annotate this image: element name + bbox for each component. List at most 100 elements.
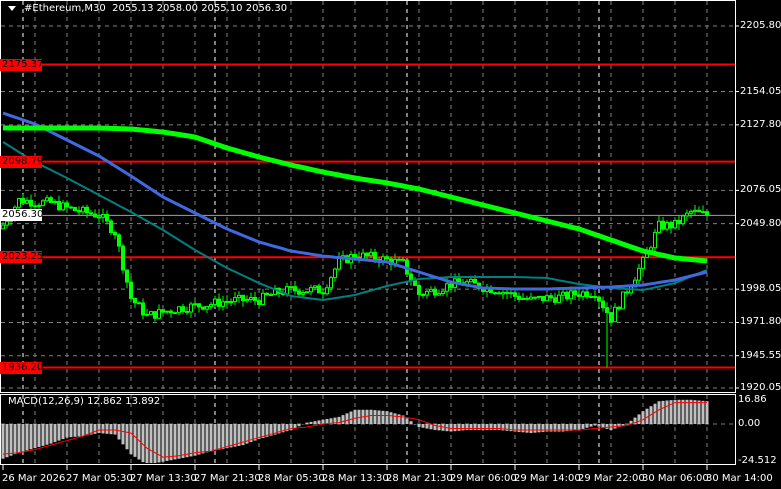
bull-candle (209, 304, 213, 307)
macd-axis-label: -24.512 (738, 455, 777, 466)
macd-bar (129, 424, 133, 455)
bull-candle (653, 231, 657, 249)
bear-candle (385, 256, 389, 260)
bear-candle (21, 197, 25, 204)
macd-bar (221, 424, 225, 449)
macd-bar (305, 422, 309, 424)
bear-candle (69, 206, 73, 209)
macd-bar (69, 424, 73, 438)
macd-axis-label: 16.86 (738, 394, 767, 405)
macd-bar (341, 415, 345, 424)
macd-bar (213, 424, 217, 451)
bear-candle (97, 216, 101, 219)
macd-bar (117, 424, 121, 440)
price-axis-label: 2205.80 (740, 20, 781, 31)
bear-candle (141, 302, 145, 316)
bull-candle (681, 215, 685, 225)
macd-bar (497, 424, 501, 431)
bull-candle (37, 204, 41, 207)
bull-candle (693, 209, 697, 212)
bear-candle (57, 200, 61, 211)
bear-candle (85, 206, 89, 214)
macd-axis-label: 0.00 (738, 418, 761, 429)
bull-candle (301, 292, 305, 295)
macd-bar (657, 401, 661, 424)
macd-bar (201, 424, 205, 454)
macd-bar (409, 421, 413, 424)
bull-candle (613, 306, 617, 323)
macd-bar (653, 403, 657, 424)
macd-bar (489, 424, 493, 431)
bull-candle (225, 300, 229, 303)
bull-candle (309, 287, 313, 293)
macd-bar (153, 424, 157, 463)
macd-bar (453, 424, 457, 432)
macd-bar (121, 424, 125, 445)
macd-bar (229, 424, 233, 448)
bear-candle (669, 222, 673, 229)
bull-candle (369, 251, 373, 257)
macd-bar (217, 424, 221, 450)
bull-candle (521, 297, 525, 300)
time-axis-label: 28 Mar 21:30 (386, 473, 453, 484)
bear-candle (181, 306, 185, 312)
level-price-tag: 2175.37 (0, 58, 44, 71)
macd-bar (41, 424, 45, 446)
macd-bar (697, 400, 701, 424)
symbol-label: #Ethereum,M30 (24, 3, 106, 14)
macd-bar (297, 424, 301, 427)
bear-candle (585, 291, 589, 298)
macd-bar (541, 424, 545, 432)
macd-bar (385, 411, 389, 424)
bull-candle (337, 257, 341, 270)
bear-candle (553, 297, 557, 303)
dropdown-triangle-icon[interactable] (8, 5, 16, 11)
macd-bar (321, 419, 325, 424)
macd-bar (457, 424, 461, 431)
macd-bar (685, 399, 689, 424)
bear-candle (625, 291, 629, 294)
bull-candle (437, 293, 441, 296)
bear-candle (197, 303, 201, 308)
time-axis-label: 29 Mar 22:00 (578, 473, 645, 484)
macd-bar (525, 424, 529, 433)
bull-candle (101, 214, 105, 218)
macd-bar (189, 424, 193, 457)
bear-candle (513, 292, 517, 297)
macd-bar (101, 424, 105, 434)
bear-candle (493, 292, 497, 295)
bear-candle (517, 295, 521, 300)
macd-bar (517, 424, 521, 432)
bear-candle (577, 294, 581, 297)
bear-candle (185, 310, 189, 313)
bull-candle (325, 287, 329, 295)
macd-bar (33, 424, 37, 449)
bear-candle (661, 220, 665, 230)
bull-candle (469, 278, 473, 283)
macd-bar (85, 424, 89, 436)
bear-candle (293, 286, 297, 292)
bull-candle (213, 298, 217, 306)
price-chart[interactable] (0, 0, 781, 489)
bull-candle (441, 290, 445, 295)
bear-candle (29, 199, 33, 207)
macd-bar (5, 424, 9, 458)
bear-candle (289, 286, 293, 289)
bull-candle (429, 288, 433, 292)
macd-bar (349, 411, 353, 424)
macd-bar (437, 424, 441, 431)
macd-bar (193, 424, 197, 456)
bear-candle (413, 280, 417, 286)
bear-candle (153, 311, 157, 319)
macd-bar (25, 424, 29, 451)
macd-bar (109, 424, 113, 435)
bear-candle (161, 309, 165, 313)
macd-bar (125, 424, 129, 450)
bull-candle (165, 310, 169, 313)
macd-bar (393, 413, 397, 424)
macd-bar (477, 424, 481, 431)
bear-candle (353, 254, 357, 258)
bull-candle (33, 205, 37, 208)
macd-bar (313, 421, 317, 424)
bear-candle (373, 251, 377, 260)
